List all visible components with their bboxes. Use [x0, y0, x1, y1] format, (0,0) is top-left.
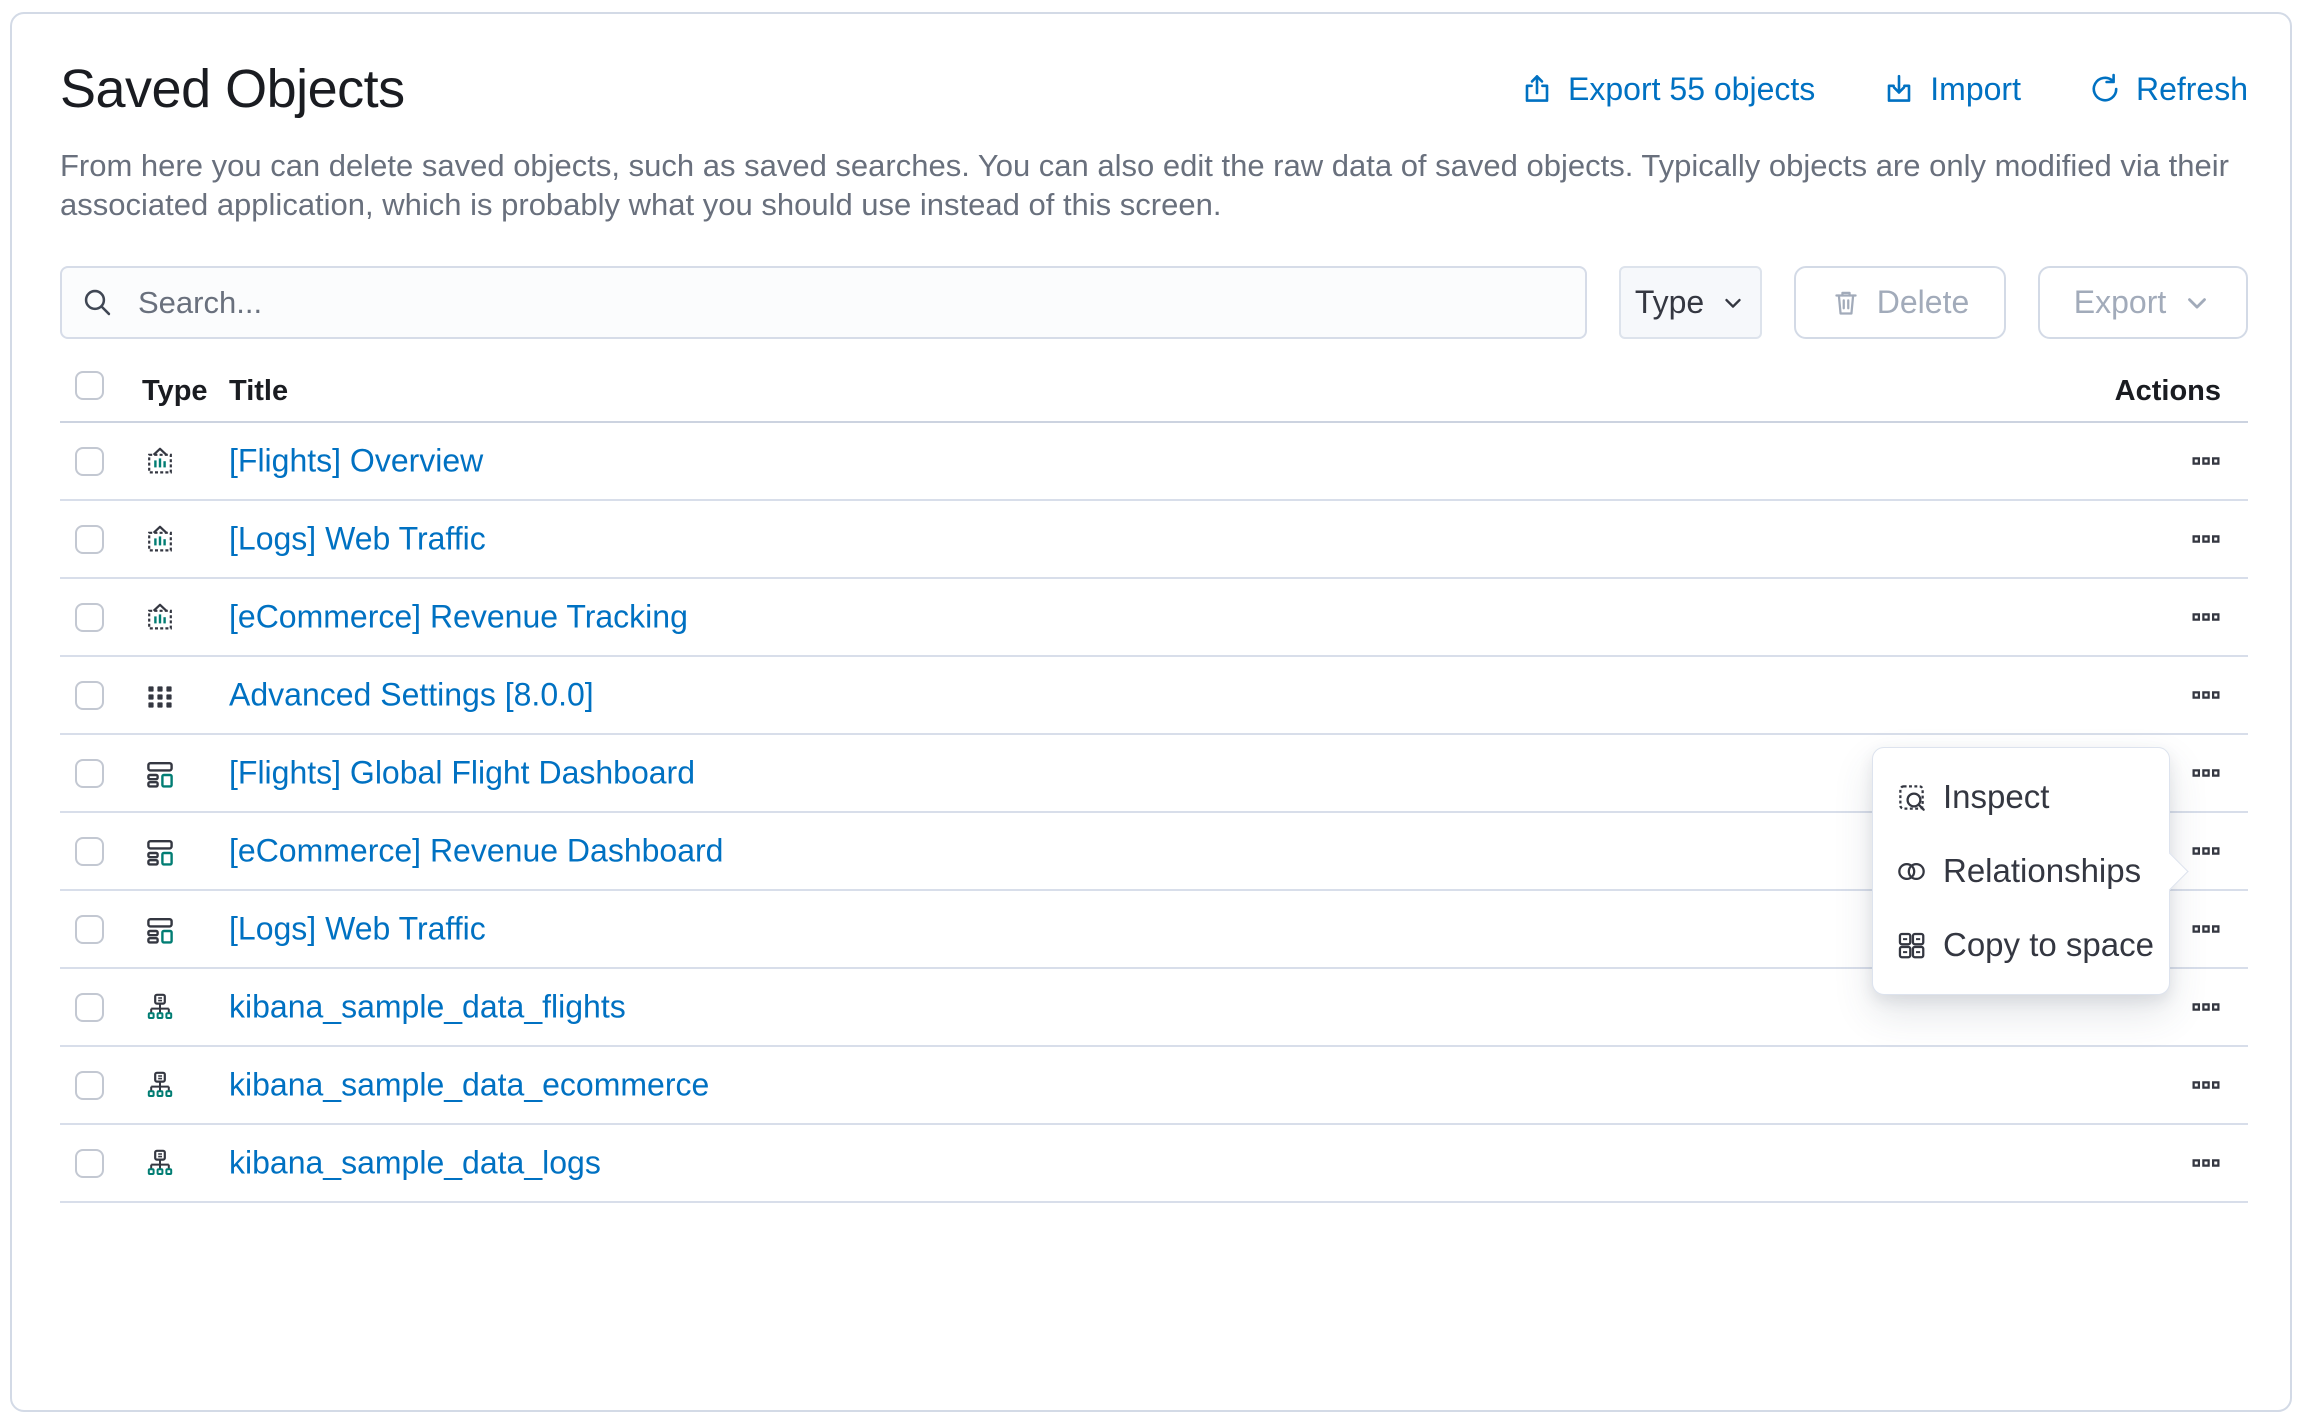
- export-objects-label: Export 55 objects: [1568, 71, 1815, 108]
- refresh-label: Refresh: [2136, 71, 2248, 108]
- copy-to-space-icon: [1895, 929, 1928, 962]
- table-row: [Logs] Web Traffic: [60, 501, 2248, 579]
- table-header: Type Title Actions: [60, 367, 2248, 423]
- row-checkbox[interactable]: [75, 915, 104, 944]
- menu-item-label: Relationships: [1943, 852, 2141, 890]
- saved-object-link[interactable]: Advanced Settings [8.0.0]: [229, 677, 594, 714]
- table-row: [eCommerce] Revenue Tracking: [60, 579, 2248, 657]
- row-actions-button[interactable]: [2191, 446, 2221, 476]
- table-row: [Flights] Overview: [60, 423, 2248, 501]
- page-header: Saved Objects Export 55 objects Import R…: [60, 58, 2248, 120]
- dashboard-icon: [144, 836, 176, 868]
- search-input[interactable]: Search...: [60, 266, 1587, 339]
- menu-item-inspect[interactable]: Inspect: [1873, 760, 2169, 834]
- type-filter-button[interactable]: Type: [1619, 266, 1762, 339]
- index-pattern-icon: [144, 1070, 176, 1102]
- table-row: kibana_sample_data_logs: [60, 1125, 2248, 1203]
- column-header-title: Title: [229, 375, 288, 408]
- import-label: Import: [1930, 71, 2021, 108]
- saved-object-link[interactable]: kibana_sample_data_ecommerce: [229, 1067, 709, 1104]
- header-actions: Export 55 objects Import Refresh: [1521, 71, 2248, 108]
- row-actions-button[interactable]: [2191, 914, 2221, 944]
- row-actions-button[interactable]: [2191, 992, 2221, 1022]
- search-icon: [82, 287, 113, 318]
- row-actions-button[interactable]: [2191, 680, 2221, 710]
- row-actions-button[interactable]: [2191, 524, 2221, 554]
- index-pattern-icon: [144, 992, 176, 1024]
- canvas-workpad-icon: [144, 446, 176, 478]
- saved-objects-panel: Saved Objects Export 55 objects Import R…: [10, 12, 2292, 1412]
- page-description: From here you can delete saved objects, …: [60, 146, 2248, 224]
- saved-object-link[interactable]: [Logs] Web Traffic: [229, 911, 486, 948]
- refresh-link[interactable]: Refresh: [2089, 71, 2248, 108]
- row-checkbox[interactable]: [75, 525, 104, 554]
- saved-object-link[interactable]: [Flights] Global Flight Dashboard: [229, 755, 695, 792]
- import-link[interactable]: Import: [1883, 71, 2021, 108]
- row-actions-button[interactable]: [2191, 758, 2221, 788]
- row-actions-button[interactable]: [2191, 836, 2221, 866]
- saved-object-link[interactable]: kibana_sample_data_flights: [229, 989, 626, 1026]
- chevron-down-icon: [2182, 288, 2212, 318]
- chevron-down-icon: [1720, 290, 1746, 316]
- row-actions-button[interactable]: [2191, 602, 2221, 632]
- row-checkbox[interactable]: [75, 681, 104, 710]
- import-icon: [1883, 73, 1915, 105]
- toolbar: Search... Type Delete Export: [60, 266, 2248, 339]
- search-placeholder: Search...: [138, 285, 262, 321]
- trash-icon: [1831, 288, 1861, 318]
- saved-object-link[interactable]: [eCommerce] Revenue Tracking: [229, 599, 688, 636]
- row-actions-context-menu: Inspect Relationships Copy to space: [1872, 747, 2170, 995]
- saved-object-link[interactable]: [eCommerce] Revenue Dashboard: [229, 833, 723, 870]
- canvas-workpad-icon: [144, 524, 176, 556]
- menu-item-relationships[interactable]: Relationships: [1873, 834, 2169, 908]
- type-filter-label: Type: [1635, 284, 1704, 321]
- row-checkbox[interactable]: [75, 603, 104, 632]
- refresh-icon: [2089, 73, 2121, 105]
- column-header-type: Type: [142, 375, 208, 408]
- column-header-actions: Actions: [2115, 375, 2221, 408]
- saved-object-link[interactable]: kibana_sample_data_logs: [229, 1145, 601, 1182]
- menu-item-label: Copy to space: [1943, 926, 2154, 964]
- inspect-icon: [1895, 781, 1928, 814]
- page-title: Saved Objects: [60, 58, 405, 120]
- export-label: Export: [2074, 284, 2166, 321]
- row-checkbox[interactable]: [75, 1149, 104, 1178]
- export-icon: [1521, 73, 1553, 105]
- menu-item-label: Inspect: [1943, 778, 2049, 816]
- row-checkbox[interactable]: [75, 1071, 104, 1100]
- row-actions-button[interactable]: [2191, 1070, 2221, 1100]
- menu-item-copy-to-space[interactable]: Copy to space: [1873, 908, 2169, 982]
- index-pattern-icon: [144, 1148, 176, 1180]
- export-button[interactable]: Export: [2038, 266, 2248, 339]
- select-all-checkbox[interactable]: [75, 371, 104, 400]
- delete-label: Delete: [1877, 284, 1970, 321]
- apps-icon: [144, 680, 176, 712]
- row-checkbox[interactable]: [75, 447, 104, 476]
- dashboard-icon: [144, 758, 176, 790]
- export-objects-link[interactable]: Export 55 objects: [1521, 71, 1815, 108]
- delete-button[interactable]: Delete: [1794, 266, 2006, 339]
- row-checkbox[interactable]: [75, 759, 104, 788]
- row-checkbox[interactable]: [75, 993, 104, 1022]
- relationships-icon: [1895, 855, 1928, 888]
- saved-object-link[interactable]: [Logs] Web Traffic: [229, 521, 486, 558]
- table-row: kibana_sample_data_ecommerce: [60, 1047, 2248, 1125]
- dashboard-icon: [144, 914, 176, 946]
- canvas-workpad-icon: [144, 602, 176, 634]
- saved-object-link[interactable]: [Flights] Overview: [229, 443, 483, 480]
- row-checkbox[interactable]: [75, 837, 104, 866]
- table-row: Advanced Settings [8.0.0]: [60, 657, 2248, 735]
- row-actions-button[interactable]: [2191, 1148, 2221, 1178]
